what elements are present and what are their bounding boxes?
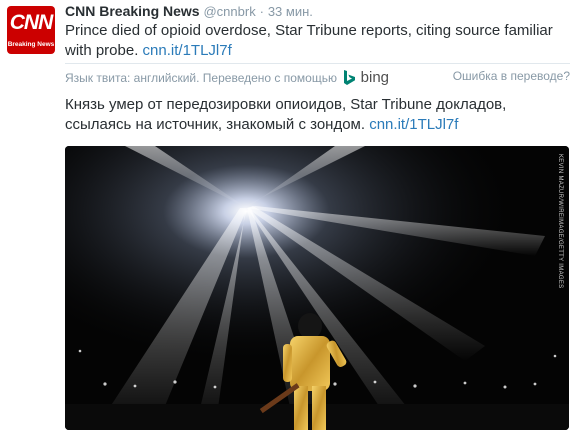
cnn-logo-text: CNN [9, 11, 54, 34]
bing-label[interactable]: bing [361, 69, 389, 86]
bing-icon [344, 70, 356, 88]
tweet: CNN Breaking News CNN Breaking News @cnn… [0, 0, 575, 433]
tweet-photo[interactable]: KEVIN MAZUR/WIREIMAGE/GETTY IMAGES [65, 146, 569, 430]
tweet-text-translated: Князь умер от передозировки опиоидов, St… [65, 95, 565, 135]
tweet-link-en[interactable]: cnn.it/1TLJl7f [143, 42, 232, 59]
divider [65, 63, 570, 64]
concert-photo-icon [65, 146, 569, 430]
author-handle[interactable]: @cnnbrk [203, 4, 255, 19]
translation-bar: Язык твита: английский. Переведено с пом… [65, 67, 570, 88]
translation-info: Язык твита: английский. Переведено с пом… [65, 69, 389, 88]
photo-credit: KEVIN MAZUR/WIREIMAGE/GETTY IMAGES [557, 154, 563, 289]
tweet-header: CNN Breaking News @cnnbrk · 33 мин. [65, 3, 313, 19]
tweet-text-original: Prince died of opioid overdose, Star Tri… [65, 21, 565, 61]
tweet-text-en: Prince died of opioid overdose, Star Tri… [65, 22, 553, 59]
cnn-logo-subtitle: Breaking News [7, 41, 55, 48]
tweet-link-ru[interactable]: cnn.it/1TLJl7f [369, 116, 458, 133]
translation-error-link[interactable]: Ошибка в переводе? [453, 69, 570, 83]
timestamp[interactable]: 33 мин. [268, 4, 313, 19]
separator: · [259, 4, 264, 19]
translation-language-label: Язык твита: английский. Переведено с пом… [65, 71, 337, 85]
author-name[interactable]: CNN Breaking News [65, 3, 200, 19]
avatar[interactable]: CNN Breaking News [7, 6, 55, 54]
